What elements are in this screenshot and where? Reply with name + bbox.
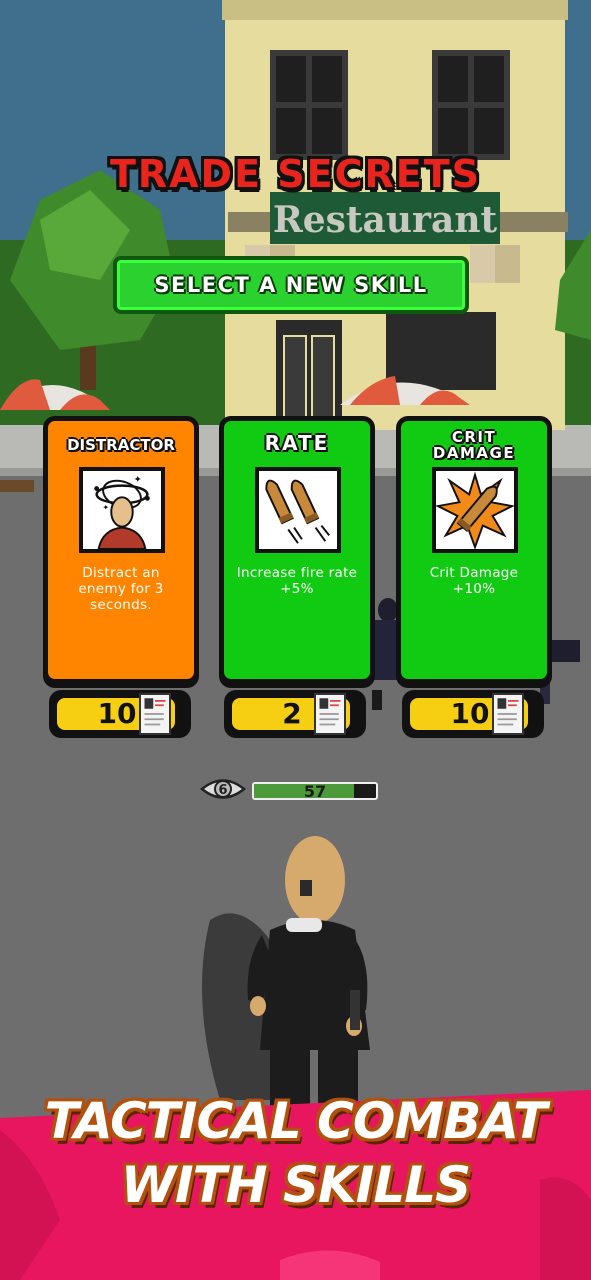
skill-name: CRIT DAMAGE bbox=[432, 428, 516, 462]
skill-name: DISTRACTOR bbox=[67, 436, 175, 454]
skill-card-rate[interactable]: RATE Increase fire rate +5% bbox=[219, 416, 375, 684]
secret-document-icon bbox=[314, 693, 346, 735]
svg-text:✦: ✦ bbox=[103, 503, 110, 512]
skill-description: Distract an enemy for 3 seconds. bbox=[78, 565, 164, 613]
skill-description: Increase fire rate +5% bbox=[236, 565, 358, 597]
vision-level: 6 bbox=[218, 783, 227, 798]
health-bar: 57 bbox=[252, 782, 378, 800]
bullet-impact-icon bbox=[432, 467, 518, 553]
distracted-head-icon: ✦ ✦ bbox=[79, 467, 165, 553]
cost-badge-distractor[interactable]: 10 bbox=[49, 690, 191, 738]
promo-line-1: TACTICAL COMBAT bbox=[44, 1092, 548, 1150]
skill-description: Crit Damage +10% bbox=[429, 565, 519, 597]
skill-card-crit-damage[interactable]: CRIT DAMAGE Crit Damage +10% bbox=[396, 416, 552, 684]
health-value: 57 bbox=[303, 782, 327, 800]
skill-name: RATE bbox=[264, 431, 330, 455]
cost-badge-crit-damage[interactable]: 10 bbox=[402, 690, 544, 738]
svg-text:✦: ✦ bbox=[134, 475, 142, 486]
bullets-icon bbox=[255, 467, 341, 553]
secret-document-icon bbox=[492, 693, 524, 735]
select-new-skill-button[interactable]: SELECT A NEW SKILL bbox=[113, 256, 469, 314]
cost-badge-rate[interactable]: 2 bbox=[224, 690, 366, 738]
eye-icon: 6 bbox=[200, 779, 246, 799]
secret-document-icon bbox=[139, 693, 171, 735]
screen-title: TRADE SECRETS bbox=[109, 152, 482, 196]
promo-line-2: WITH SKILLS bbox=[120, 1156, 471, 1214]
restaurant-sign-text: Restaurant bbox=[273, 199, 498, 241]
skill-card-distractor[interactable]: DISTRACTOR ✦ ✦ Distract an enemy for 3 s… bbox=[43, 416, 199, 684]
